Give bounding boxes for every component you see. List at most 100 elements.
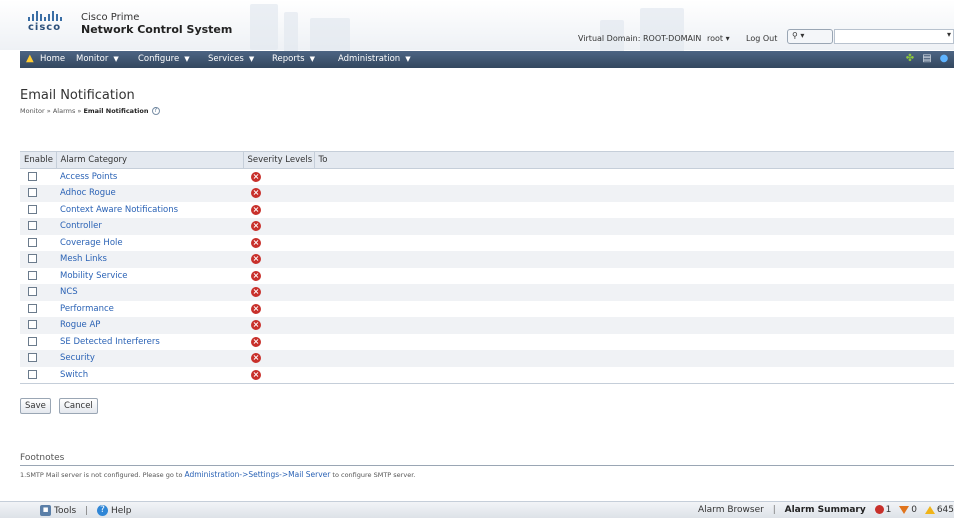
help-menu[interactable]: ? Help: [96, 505, 132, 516]
alarm-summary-link[interactable]: Alarm Summary: [785, 505, 866, 515]
user-menu[interactable]: root ▾: [707, 34, 730, 43]
alarm-category-cell: Switch: [56, 366, 243, 384]
critical-x-icon[interactable]: ×: [251, 254, 261, 265]
severity-levels-cell: ×: [243, 366, 314, 384]
breadcrumb-alarms-link[interactable]: Alarms: [53, 107, 76, 115]
enable-checkbox[interactable]: [28, 336, 37, 346]
critical-x-icon[interactable]: ×: [251, 172, 261, 182]
critical-x-icon[interactable]: ×: [251, 320, 261, 331]
critical-x-icon[interactable]: ×: [251, 287, 261, 298]
enable-checkbox[interactable]: [28, 369, 37, 379]
menu-administration[interactable]: Administration ▼: [338, 54, 411, 64]
menu-configure[interactable]: Configure ▼: [138, 54, 190, 64]
header-decoration: [250, 4, 278, 50]
critical-x-icon[interactable]: ×: [251, 336, 261, 347]
table-row: Mobility Service ×: [20, 267, 954, 284]
table-row: SE Detected Interferers ×: [20, 333, 954, 350]
alarm-category-link[interactable]: SE Detected Interferers: [60, 337, 160, 347]
alarm-category-link[interactable]: Context Aware Notifications: [60, 205, 178, 215]
alarm-category-link[interactable]: Mobility Service: [60, 271, 128, 281]
enable-cell: [20, 317, 56, 334]
tools-menu[interactable]: ▪ Tools: [40, 505, 76, 516]
menu-services[interactable]: Services ▼: [208, 54, 254, 64]
email-notification-table: Enable Alarm Category Severity Levels To…: [20, 151, 954, 384]
menu-monitor[interactable]: Monitor ▼: [76, 54, 119, 64]
critical-alarm-count[interactable]: 1: [886, 505, 892, 515]
critical-x-icon[interactable]: ×: [251, 369, 261, 380]
enable-checkbox[interactable]: [28, 353, 37, 363]
alarm-status: Alarm Browser | Alarm Summary 1 0 645: [698, 505, 954, 515]
alarm-category-cell: NCS: [56, 284, 243, 301]
breadcrumb-monitor-link[interactable]: Monitor: [20, 107, 45, 115]
chevron-down-icon: ▼: [113, 55, 119, 63]
alarm-category-link[interactable]: Switch: [60, 370, 88, 380]
alarm-category-cell: Mesh Links: [56, 251, 243, 268]
alarm-browser-link[interactable]: Alarm Browser: [698, 505, 764, 515]
major-alarm-count[interactable]: 0: [911, 505, 917, 515]
home-icon[interactable]: ▲: [26, 53, 36, 64]
virtual-domain-label: Virtual Domain: ROOT-DOMAIN: [578, 34, 702, 43]
severity-levels-cell: ×: [243, 300, 314, 317]
mail-server-settings-link[interactable]: Administration->Settings->Mail Server: [185, 470, 331, 479]
minor-alarm-count[interactable]: 645: [937, 505, 954, 515]
breadcrumb-current: Email Notification: [83, 107, 149, 115]
search-type-dropdown[interactable]: ⚲ ▾: [787, 29, 833, 44]
search-input[interactable]: [834, 29, 954, 44]
severity-levels-cell: ×: [243, 333, 314, 350]
footnotes-title: Footnotes: [20, 453, 65, 463]
critical-x-icon[interactable]: ×: [251, 353, 261, 364]
print-icon[interactable]: ▤: [921, 52, 933, 65]
menu-reports[interactable]: Reports ▼: [272, 54, 315, 64]
critical-x-icon[interactable]: ×: [251, 221, 261, 232]
enable-checkbox[interactable]: [28, 270, 37, 280]
critical-x-icon[interactable]: ×: [251, 237, 261, 248]
header-decoration: [640, 8, 684, 54]
to-cell: [314, 350, 954, 367]
alarm-category-link[interactable]: Adhoc Rogue: [60, 188, 116, 198]
alarm-category-link[interactable]: Performance: [60, 304, 114, 314]
critical-x-icon[interactable]: ×: [251, 303, 261, 314]
enable-checkbox[interactable]: [28, 188, 37, 198]
menu-reports-label: Reports: [272, 54, 305, 64]
enable-checkbox[interactable]: [28, 237, 37, 247]
status-bar: ▪ Tools | ? Help Alarm Browser | Alarm Sum…: [0, 501, 954, 518]
enable-checkbox[interactable]: [28, 303, 37, 313]
critical-x-icon[interactable]: ×: [251, 270, 261, 281]
alarm-category-link[interactable]: NCS: [60, 287, 78, 297]
menu-home[interactable]: Home: [40, 54, 65, 64]
enable-cell: [20, 201, 56, 218]
enable-checkbox[interactable]: [28, 221, 37, 231]
to-cell: [314, 201, 954, 218]
to-cell: [314, 185, 954, 202]
menu-administration-label: Administration: [338, 54, 401, 64]
alarm-category-link[interactable]: Controller: [60, 221, 102, 231]
enable-checkbox[interactable]: [28, 254, 37, 264]
enable-checkbox[interactable]: [28, 287, 37, 297]
to-cell: [314, 251, 954, 268]
severity-levels-cell: ×: [243, 218, 314, 235]
alarm-category-cell: Mobility Service: [56, 267, 243, 284]
main-menu-bar: ▲ Home Monitor ▼ Configure ▼ Services ▼ Rep…: [20, 51, 954, 68]
plugin-icon[interactable]: ✤: [904, 52, 916, 65]
logout-link[interactable]: Log Out: [746, 34, 777, 43]
save-button[interactable]: Save: [20, 398, 51, 414]
help-icon[interactable]: ●: [938, 52, 950, 65]
enable-checkbox[interactable]: [28, 172, 37, 181]
alarm-category-link[interactable]: Mesh Links: [60, 254, 107, 264]
cancel-button[interactable]: Cancel: [59, 398, 98, 414]
critical-x-icon[interactable]: ×: [251, 188, 261, 199]
alarm-category-link[interactable]: Security: [60, 353, 95, 363]
critical-x-icon[interactable]: ×: [251, 204, 261, 215]
alarm-category-link[interactable]: Rogue AP: [60, 320, 100, 330]
table-row: Controller ×: [20, 218, 954, 235]
enable-cell: [20, 366, 56, 384]
enable-checkbox[interactable]: [28, 320, 37, 330]
enable-checkbox[interactable]: [28, 204, 37, 214]
severity-levels-cell: ×: [243, 251, 314, 268]
alarm-category-link[interactable]: Access Points: [60, 172, 117, 182]
alarm-category-link[interactable]: Coverage Hole: [60, 238, 123, 248]
major-alarm-icon: [899, 505, 910, 514]
menu-services-label: Services: [208, 54, 244, 64]
page-help-icon[interactable]: ?: [151, 107, 160, 115]
tools-icon: ▪: [40, 505, 51, 516]
